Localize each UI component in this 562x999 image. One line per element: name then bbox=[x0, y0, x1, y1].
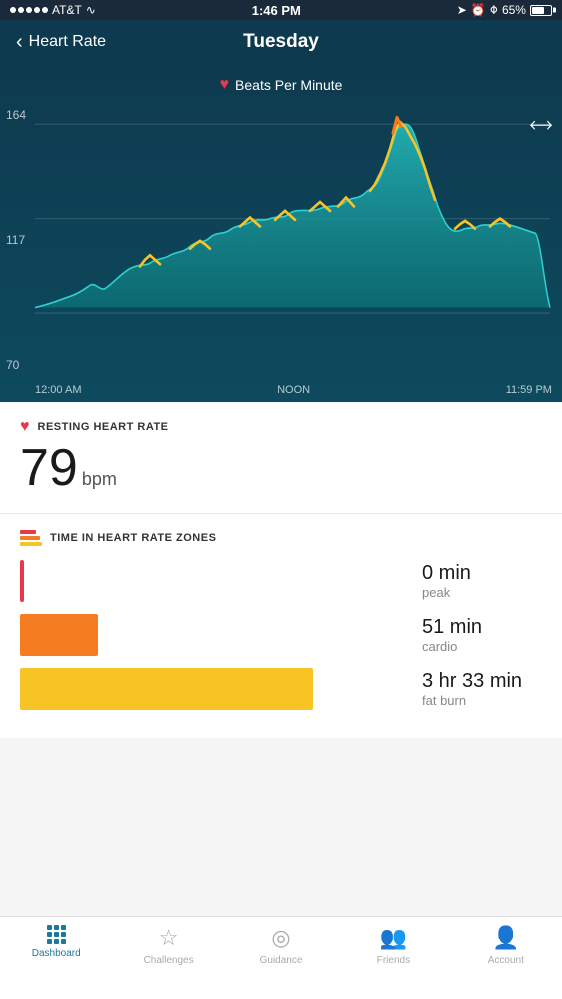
resting-section-title: RESTING HEART RATE bbox=[38, 421, 169, 433]
zones-section-title: TIME IN HEART RATE ZONES bbox=[50, 532, 216, 544]
x-label-end: 11:59 PM bbox=[506, 384, 552, 396]
tab-label-dashboard: Dashboard bbox=[32, 948, 81, 959]
tab-label-challenges: Challenges bbox=[144, 955, 194, 966]
chart-svg bbox=[0, 102, 562, 402]
zone-info-fatburn: 3 hr 33 min fat burn bbox=[422, 670, 542, 708]
heart-rate-chart: 164 117 70 bbox=[0, 102, 562, 402]
back-button[interactable]: ‹ Heart Rate bbox=[16, 31, 106, 54]
account-icon: 👤 bbox=[492, 925, 519, 951]
zone-time-peak: 0 min bbox=[422, 562, 542, 585]
x-label-noon: NOON bbox=[277, 384, 310, 396]
zones-icon bbox=[20, 530, 42, 546]
zone-bar-container-peak bbox=[20, 560, 410, 602]
tab-challenges[interactable]: ☆ Challenges bbox=[112, 925, 224, 966]
challenges-icon: ☆ bbox=[159, 925, 179, 951]
dashboard-icon bbox=[47, 925, 66, 944]
zone-time-fatburn: 3 hr 33 min bbox=[422, 670, 542, 693]
alarm-icon: ⏰ bbox=[471, 3, 486, 17]
back-chevron-icon: ‹ bbox=[16, 31, 23, 54]
battery-label: 65% bbox=[502, 3, 526, 17]
bluetooth-icon: 𐌘 bbox=[490, 3, 498, 17]
zone-row-fatburn: 3 hr 33 min fat burn bbox=[20, 668, 542, 710]
zone-name-cardio: cardio bbox=[422, 639, 542, 654]
resting-bpm-value: 79 bbox=[20, 439, 78, 497]
zone-bar-cardio bbox=[20, 614, 98, 656]
signal-dots bbox=[10, 7, 48, 13]
tab-dashboard[interactable]: Dashboard bbox=[0, 925, 112, 959]
status-time: 1:46 PM bbox=[252, 3, 301, 18]
zone-info-peak: 0 min peak bbox=[422, 562, 542, 600]
resting-section-label: ♥ RESTING HEART RATE bbox=[20, 418, 542, 436]
carrier-label: AT&T bbox=[52, 3, 82, 17]
zone-bar-container-fatburn bbox=[20, 668, 410, 710]
chart-area: ♥ Beats Per Minute 164 117 70 bbox=[0, 64, 562, 402]
heart-rate-zones-section: TIME IN HEART RATE ZONES 0 min peak 51 m… bbox=[0, 514, 562, 738]
tab-guidance[interactable]: ◎ Guidance bbox=[225, 925, 337, 966]
zone-info-cardio: 51 min cardio bbox=[422, 616, 542, 654]
zone-time-cardio: 51 min bbox=[422, 616, 542, 639]
tab-friends[interactable]: 👥 Friends bbox=[337, 925, 449, 966]
chart-legend: ♥ Beats Per Minute bbox=[0, 76, 562, 94]
zone-row-peak: 0 min peak bbox=[20, 560, 542, 602]
legend-label: Beats Per Minute bbox=[235, 77, 342, 93]
zone-bar-container-cardio bbox=[20, 614, 410, 656]
friends-icon: 👥 bbox=[380, 925, 407, 951]
back-label: Heart Rate bbox=[29, 33, 106, 51]
x-label-start: 12:00 AM bbox=[35, 384, 81, 396]
zone-row-cardio: 51 min cardio bbox=[20, 614, 542, 656]
resting-bpm-unit: bpm bbox=[82, 469, 117, 489]
legend-heart-icon: ♥ bbox=[220, 76, 230, 94]
header: ‹ Heart Rate Tuesday bbox=[0, 20, 562, 64]
tab-bar: Dashboard ☆ Challenges ◎ Guidance 👥 Frie… bbox=[0, 916, 562, 999]
zones-title-row: TIME IN HEART RATE ZONES bbox=[20, 530, 542, 546]
location-icon: ➤ bbox=[457, 3, 467, 17]
battery-icon bbox=[530, 5, 552, 16]
zone-name-fatburn: fat burn bbox=[422, 693, 542, 708]
status-right: ➤ ⏰ 𐌘 65% bbox=[457, 3, 552, 17]
resting-value-row: 79bpm bbox=[20, 440, 542, 497]
tab-label-friends: Friends bbox=[377, 955, 410, 966]
guidance-icon: ◎ bbox=[271, 925, 290, 951]
main-content: ♥ RESTING HEART RATE 79bpm TIME IN HEART… bbox=[0, 402, 562, 738]
tab-label-account: Account bbox=[488, 955, 524, 966]
zone-bar-fatburn bbox=[20, 668, 313, 710]
tab-account[interactable]: 👤 Account bbox=[450, 925, 562, 966]
status-left: AT&T ∿ bbox=[10, 3, 96, 17]
zone-name-peak: peak bbox=[422, 585, 542, 600]
x-axis-labels: 12:00 AM NOON 11:59 PM bbox=[0, 384, 562, 402]
page-title: Tuesday bbox=[243, 31, 319, 53]
resting-heart-icon: ♥ bbox=[20, 418, 30, 436]
tab-label-guidance: Guidance bbox=[260, 955, 303, 966]
wifi-icon: ∿ bbox=[86, 3, 96, 17]
status-bar: AT&T ∿ 1:46 PM ➤ ⏰ 𐌘 65% bbox=[0, 0, 562, 20]
resting-heart-rate-section: ♥ RESTING HEART RATE 79bpm bbox=[0, 402, 562, 514]
zone-bar-peak bbox=[20, 560, 24, 602]
